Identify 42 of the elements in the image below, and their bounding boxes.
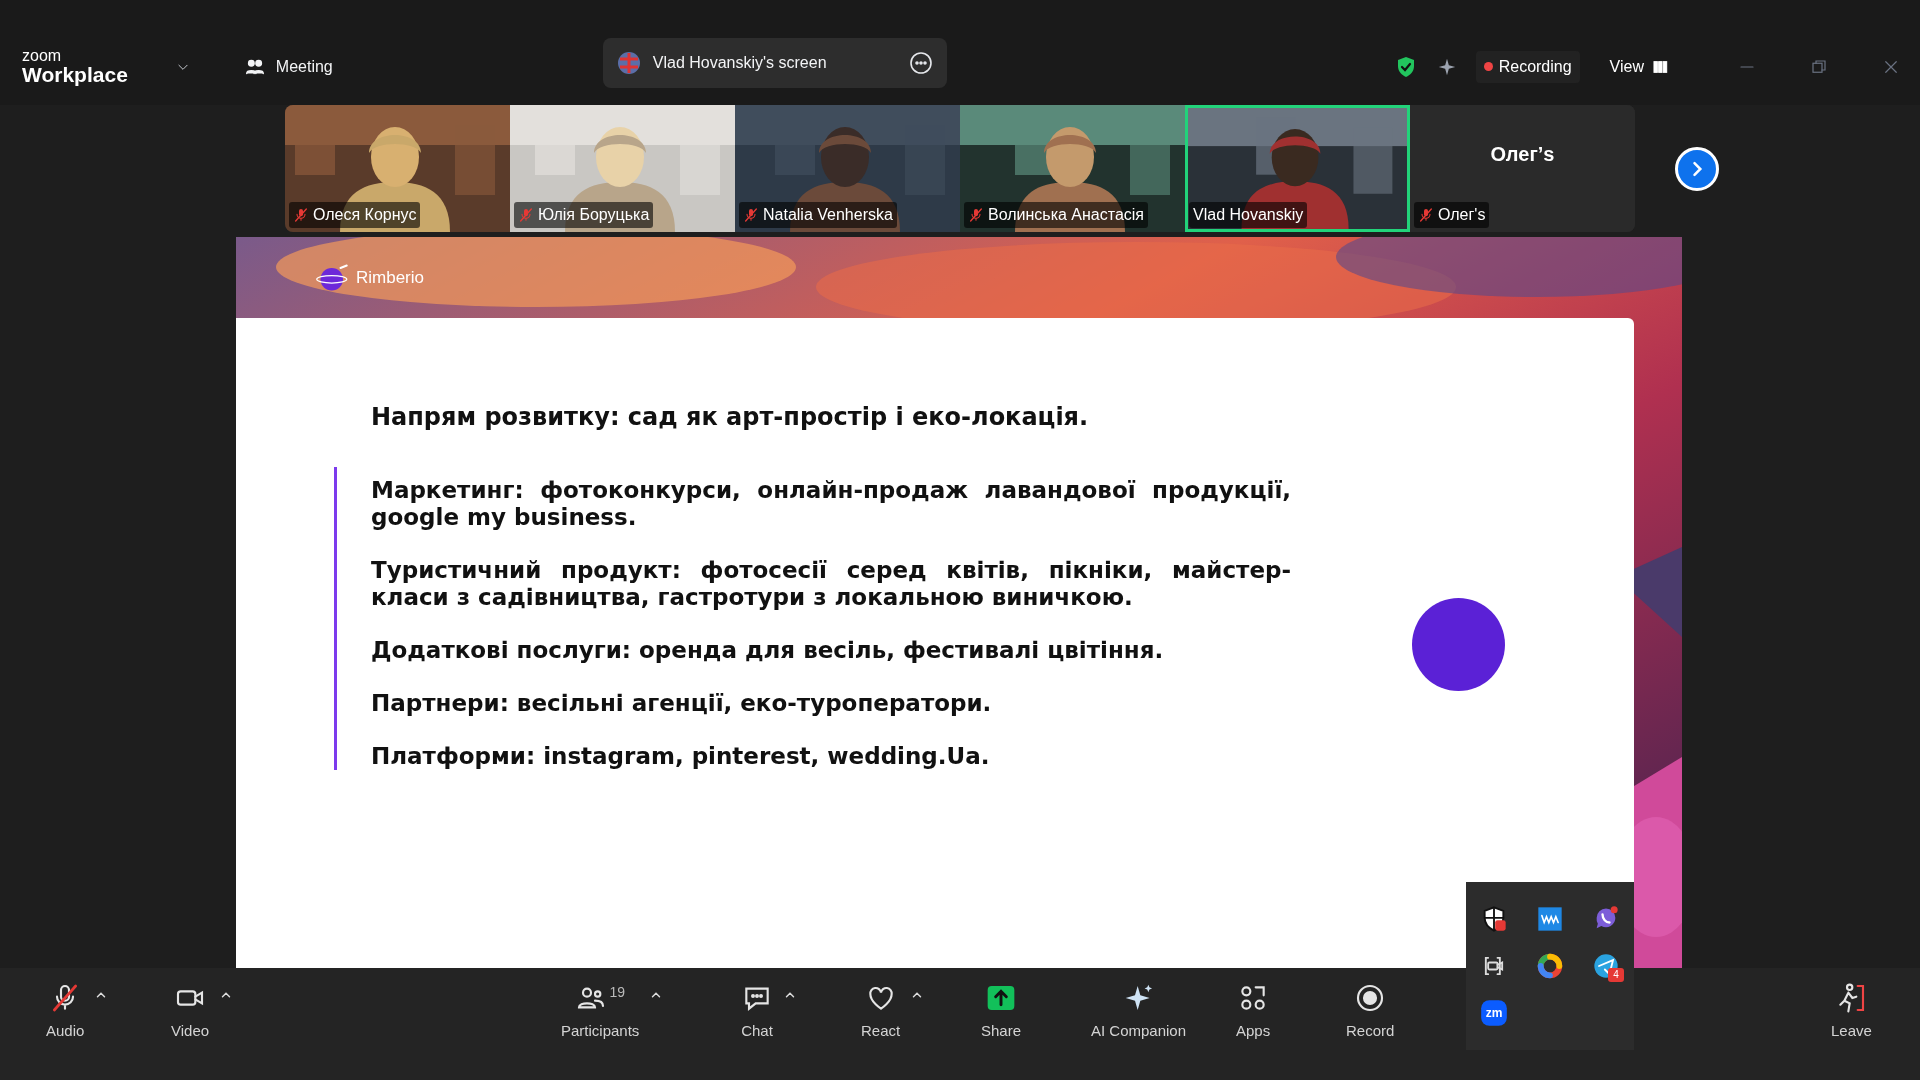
chat-button[interactable]: Chat [735, 982, 779, 1043]
ai-button[interactable]: AI Companion [1085, 982, 1193, 1043]
share-tab[interactable]: Vlad Hovanskiy's screen [602, 37, 947, 88]
notification-badge: 4 [1608, 968, 1624, 982]
view-button[interactable]: View [1609, 54, 1668, 79]
bullet-text: Додаткові послуги: оренда для весіль, фестивалі цвітіння. [371, 637, 1165, 664]
colorful-ring-icon[interactable] [1536, 952, 1564, 980]
participant-name: Олег’s [1490, 141, 1555, 167]
bullet-text: Партнери: весільні агенції, еко-туроператори. [371, 690, 993, 717]
bullet-text: Туристичний продукт: фотосесії серед квітів, пікніки, майстер-класи з садівництва, гастротури з локальною виничкою. [371, 557, 1291, 611]
meeting-app-icon[interactable] [1480, 998, 1508, 1027]
participant-name: Волинська Анастасія [988, 205, 1145, 225]
participant-name: Vlad Hovanskiy [1193, 205, 1304, 225]
record-button[interactable]: Record [1340, 982, 1401, 1043]
bullet-text: Платформи: instagram, pinterest, wedding.Ua. [371, 743, 991, 770]
slide-heading: Напрям розвитку: сад як арт-простір і еко-локація. [371, 403, 1090, 431]
leave-button[interactable]: Leave [1825, 982, 1878, 1043]
logo-text: Workplace [22, 64, 128, 85]
avatar-icon [616, 50, 641, 75]
participant-name: Natalia Venherska [763, 205, 893, 225]
react-button[interactable]: React [855, 982, 907, 1043]
meeting-button[interactable]: Meeting [243, 54, 333, 79]
participant-name: Олеся Корнус [313, 205, 417, 225]
waveform-app-icon[interactable] [1536, 905, 1564, 934]
more-icon[interactable] [908, 50, 933, 75]
logo-text: zoom [22, 48, 63, 64]
video-button[interactable]: Video [165, 982, 216, 1043]
app-icon-text: zm [1485, 1004, 1503, 1022]
participant-count: 19 [609, 983, 625, 1002]
participant-name: Олег's [1438, 205, 1486, 225]
grid-icon [1652, 58, 1668, 75]
brand-name: Rimberio [356, 266, 425, 289]
audio-button[interactable]: Audio [40, 982, 91, 1043]
tab-title: Vlad Hovanskiy's screen [652, 52, 828, 73]
restore-icon[interactable] [1810, 57, 1828, 76]
next-page-button[interactable] [1675, 146, 1719, 191]
participant-name: Юлія Боруцька [538, 205, 650, 225]
apps-button[interactable]: Apps [1230, 982, 1277, 1043]
share-button[interactable]: Share [975, 982, 1028, 1043]
bullet-text: Маркетинг: фотоконкурси, онлайн-продаж лавандової продукції, google my business. [371, 477, 1291, 531]
recording-indicator: Recording [1475, 50, 1580, 83]
participants-button[interactable]: 19 Participants [555, 982, 646, 1043]
